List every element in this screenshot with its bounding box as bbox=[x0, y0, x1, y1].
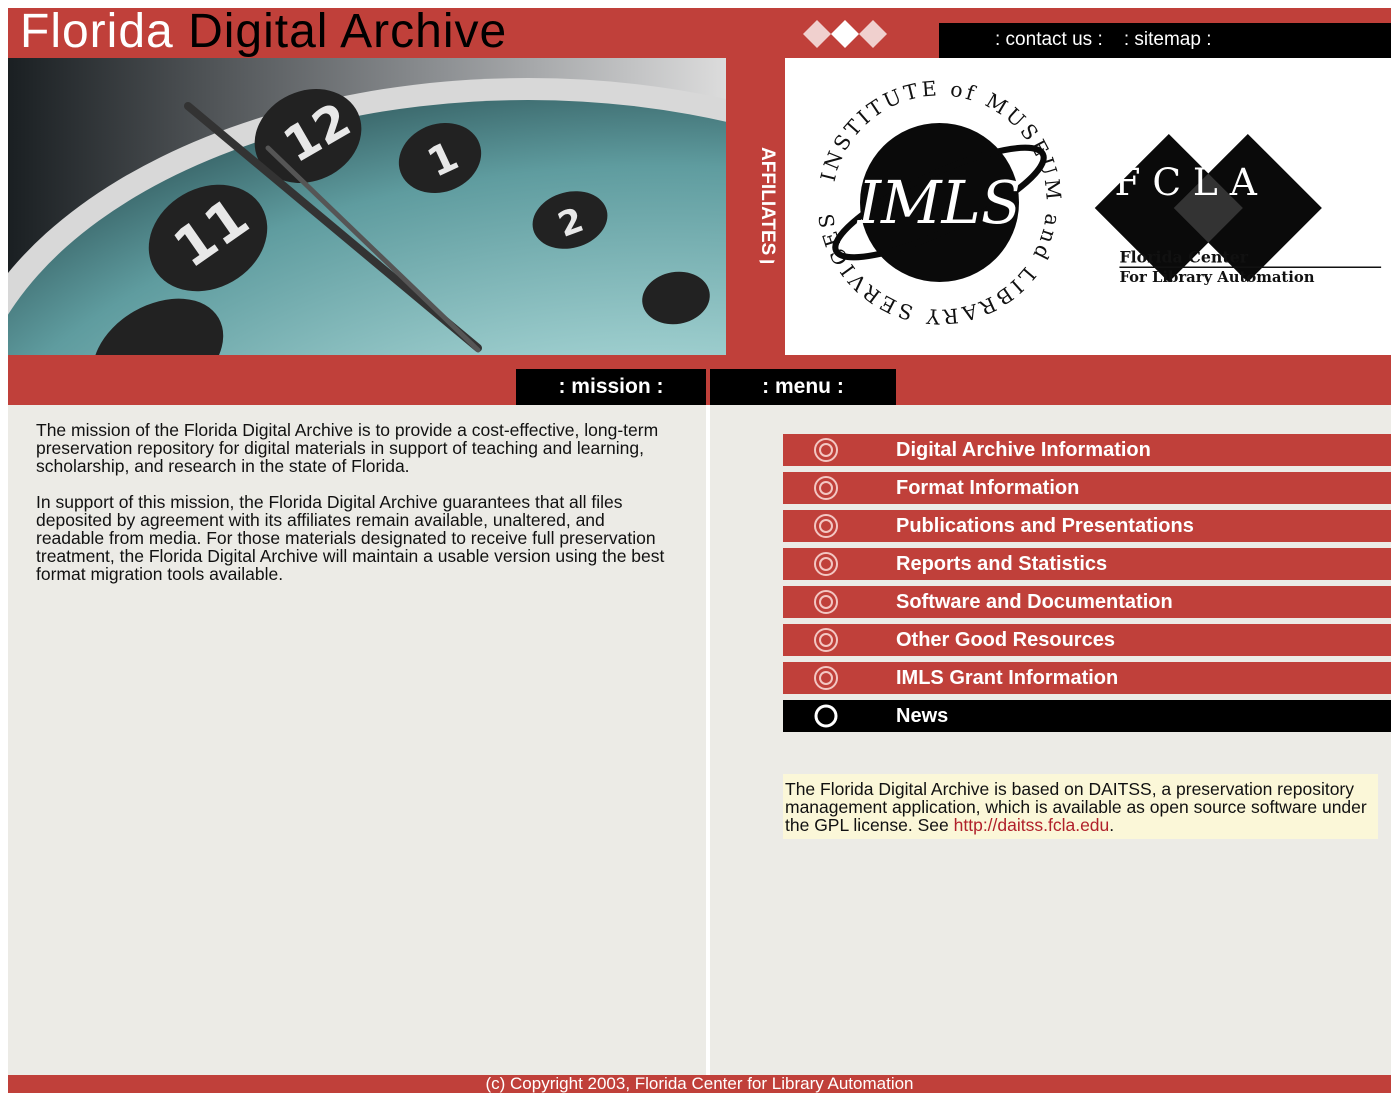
imls-logo[interactable]: INSTITUTE of MUSEUM and LIBRARY SERVICES… bbox=[807, 70, 1072, 335]
tab-menu[interactable]: : menu : bbox=[710, 369, 896, 405]
target-bullet-icon bbox=[814, 438, 838, 462]
hero-banner: 11 12 1 2 AFFILIATES ▶ INSTITUTE of MUSE… bbox=[8, 58, 1391, 355]
tab-mission[interactable]: : mission : bbox=[516, 369, 706, 405]
menu-item-other-good-resources[interactable]: Other Good Resources bbox=[783, 624, 1391, 656]
menu-item-label: Digital Archive Information bbox=[896, 439, 1151, 461]
site-header: Florida Digital Archive : contact us : :… bbox=[8, 5, 1391, 58]
menu-item-label: News bbox=[896, 705, 949, 727]
menu-item-format-information[interactable]: Format Information bbox=[783, 472, 1391, 504]
target-bullet-icon bbox=[814, 476, 838, 500]
fcla-line1: Florida Center bbox=[1119, 247, 1248, 266]
footer-copyright: (c) Copyright 2003, Florida Center for L… bbox=[8, 1075, 1391, 1093]
contact-us-link[interactable]: : contact us : bbox=[995, 29, 1103, 50]
menu-item-label: Other Good Resources bbox=[896, 629, 1115, 651]
fcla-mark: FCLA bbox=[1115, 160, 1269, 204]
site-title-digital-archive: Digital Archive bbox=[188, 5, 508, 58]
diamonds-logo-icon bbox=[803, 20, 887, 48]
mission-statement: The mission of the Florida Digital Archi… bbox=[36, 421, 676, 601]
sitemap-link[interactable]: : sitemap : bbox=[1124, 29, 1212, 50]
site-title[interactable]: Florida Digital Archive bbox=[20, 4, 507, 60]
main-menu: Digital Archive Information Format Infor… bbox=[783, 434, 1391, 738]
target-bullet-icon bbox=[814, 590, 838, 614]
top-nav: : contact us : : sitemap : bbox=[939, 23, 1391, 58]
menu-item-label: IMLS Grant Information bbox=[896, 667, 1119, 689]
menu-item-label: Format Information bbox=[896, 477, 1080, 499]
daitss-info-box: The Florida Digital Archive is based on … bbox=[783, 774, 1378, 839]
target-bullet-icon bbox=[814, 666, 838, 690]
menu-item-label: Reports and Statistics bbox=[896, 553, 1108, 575]
menu-item-label: Publications and Presentations bbox=[896, 515, 1194, 537]
affiliate-logos: INSTITUTE of MUSEUM and LIBRARY SERVICES… bbox=[785, 58, 1391, 355]
target-bullet-icon bbox=[814, 628, 838, 652]
ring-bullet-icon bbox=[814, 704, 838, 728]
page-frame: Florida Digital Archive : contact us : :… bbox=[8, 5, 1391, 1093]
section-tab-bar: : mission : : menu : bbox=[8, 355, 1391, 405]
mission-paragraph-2: In support of this mission, the Florida … bbox=[36, 491, 665, 585]
target-bullet-icon bbox=[814, 552, 838, 576]
info-trailing: . bbox=[1109, 815, 1115, 836]
menu-item-publications-and-presentations[interactable]: Publications and Presentations bbox=[783, 510, 1391, 542]
affiliates-label[interactable]: AFFILIATES ▶ bbox=[750, 143, 790, 263]
column-divider bbox=[706, 405, 710, 1075]
menu-item-reports-and-statistics[interactable]: Reports and Statistics bbox=[783, 548, 1391, 580]
clock-photo: 11 12 1 2 bbox=[8, 58, 726, 355]
menu-item-software-and-documentation[interactable]: Software and Documentation bbox=[783, 586, 1391, 618]
svg-text:AFFILIATES ▶: AFFILIATES ▶ bbox=[757, 147, 778, 263]
site-title-florida: Florida bbox=[20, 5, 174, 58]
mission-paragraph-1: The mission of the Florida Digital Archi… bbox=[36, 420, 659, 477]
menu-item-label: Software and Documentation bbox=[896, 591, 1173, 613]
menu-item-news[interactable]: News bbox=[783, 700, 1391, 732]
menu-item-imls-grant-information[interactable]: IMLS Grant Information bbox=[783, 662, 1391, 694]
fcla-logo[interactable]: FCLA Florida Center For Library Automati… bbox=[1075, 123, 1391, 293]
menu-item-digital-archive-information[interactable]: Digital Archive Information bbox=[783, 434, 1391, 466]
imls-mark: IMLS bbox=[857, 168, 1022, 237]
target-bullet-icon bbox=[814, 514, 838, 538]
fcla-line2: For Library Automation bbox=[1119, 269, 1314, 286]
daitss-link[interactable]: http://daitss.fcla.edu bbox=[954, 815, 1110, 835]
